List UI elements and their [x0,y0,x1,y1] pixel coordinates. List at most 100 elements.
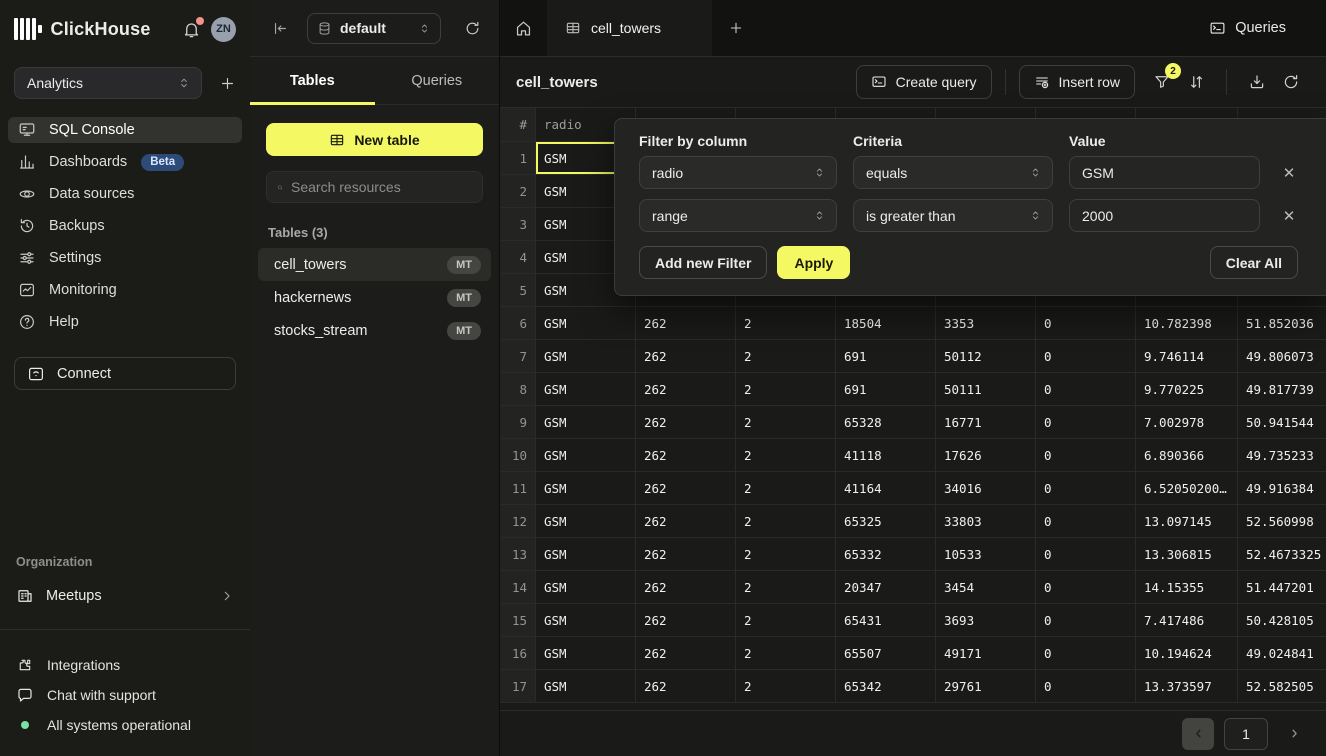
cell[interactable]: 0 [1036,571,1136,603]
cell[interactable]: 49.806073 [1238,340,1326,372]
sidebar-item-settings[interactable]: Settings [8,245,242,271]
cell[interactable]: 0 [1036,604,1136,636]
cell[interactable]: 49.916384 [1238,472,1326,504]
row-number[interactable]: 1 [500,142,536,174]
cell[interactable]: 0 [1036,340,1136,372]
cell[interactable]: 65431 [836,604,936,636]
cell[interactable]: 2 [736,406,836,438]
sidebar-item-data-sources[interactable]: Data sources [8,181,242,207]
cell[interactable]: 0 [1036,307,1136,339]
cell[interactable]: 18504 [836,307,936,339]
page-number-button[interactable]: 1 [1224,718,1268,750]
cell[interactable]: 262 [636,604,736,636]
cell[interactable]: 65328 [836,406,936,438]
cell[interactable]: 65325 [836,505,936,537]
row-number[interactable]: 13 [500,538,536,570]
integrations-link[interactable]: Integrations [0,650,250,680]
new-table-button[interactable]: New table [266,123,483,156]
sidebar-item-sql-console[interactable]: SQL Console [8,117,242,143]
apply-filters-button[interactable]: Apply [777,246,850,279]
cell[interactable]: 0 [1036,373,1136,405]
cell[interactable]: 50.941544 [1238,406,1326,438]
cell[interactable]: 262 [636,505,736,537]
search-input[interactable] [291,179,472,195]
cell[interactable]: 2 [736,340,836,372]
cell[interactable]: 50.428105 [1238,604,1326,636]
table-list-item-hackernews[interactable]: hackernews MT [258,281,491,314]
cell[interactable]: GSM [536,439,636,471]
cell[interactable]: 6.890366 [1136,439,1238,471]
cell[interactable]: GSM [536,340,636,372]
cell[interactable]: 2 [736,604,836,636]
column-header[interactable]: # [500,108,536,141]
cell[interactable]: 2 [736,637,836,669]
cell[interactable]: 7.417486 [1136,604,1238,636]
cell[interactable]: 65332 [836,538,936,570]
cell[interactable]: 41118 [836,439,936,471]
connect-button[interactable]: Connect [14,357,236,390]
cell[interactable]: 2 [736,439,836,471]
insert-row-button[interactable]: Insert row [1019,65,1135,99]
row-number[interactable]: 4 [500,241,536,273]
cell[interactable]: 2 [736,472,836,504]
cell[interactable]: 2 [736,538,836,570]
cell[interactable]: GSM [536,373,636,405]
sidebar-item-meetups[interactable]: Meetups [0,581,250,611]
row-number[interactable]: 9 [500,406,536,438]
cell[interactable]: 13.306815 [1136,538,1238,570]
cell[interactable]: 262 [636,307,736,339]
cell[interactable]: 16771 [936,406,1036,438]
home-button[interactable] [500,0,547,56]
cell[interactable]: 262 [636,670,736,702]
cell[interactable]: 0 [1036,472,1136,504]
refresh-button[interactable] [1274,65,1308,99]
cell[interactable]: 10.194624 [1136,637,1238,669]
add-service-button[interactable] [219,75,236,92]
cell[interactable]: 51.447201 [1238,571,1326,603]
cell[interactable]: 9.746114 [1136,340,1238,372]
cell[interactable]: 0 [1036,406,1136,438]
cell[interactable]: GSM [536,538,636,570]
cell[interactable]: 3353 [936,307,1036,339]
cell[interactable]: 13.097145 [1136,505,1238,537]
cell[interactable]: GSM [536,604,636,636]
row-number[interactable]: 6 [500,307,536,339]
create-query-button[interactable]: Create query [856,65,992,99]
cell[interactable]: 262 [636,340,736,372]
cell[interactable]: 65342 [836,670,936,702]
cell[interactable]: 10.782398 [1136,307,1238,339]
cell[interactable]: 2 [736,571,836,603]
cell[interactable]: 0 [1036,538,1136,570]
clear-filters-button[interactable]: Clear All [1210,246,1298,279]
row-number[interactable]: 14 [500,571,536,603]
queries-button[interactable]: Queries [1199,0,1326,56]
row-number[interactable]: 12 [500,505,536,537]
cell[interactable]: 50111 [936,373,1036,405]
sidebar-item-dashboards[interactable]: Dashboards Beta [8,149,242,175]
remove-filter-button[interactable]: ✕ [1276,160,1302,186]
add-filter-button[interactable]: Add new Filter [639,246,767,279]
cell[interactable]: 0 [1036,670,1136,702]
filter-criteria-select[interactable]: equals [853,156,1053,189]
notifications-button[interactable] [182,20,201,39]
refresh-resources-button[interactable] [464,20,481,37]
cell[interactable]: 49.735233 [1238,439,1326,471]
cell[interactable]: 0 [1036,505,1136,537]
next-page-button[interactable] [1278,718,1310,750]
cell[interactable]: 2 [736,505,836,537]
row-number[interactable]: 11 [500,472,536,504]
row-number[interactable]: 16 [500,637,536,669]
cell[interactable]: 6.52050200… [1136,472,1238,504]
filter-column-select[interactable]: range [639,199,837,232]
cell[interactable]: 0 [1036,439,1136,471]
cell[interactable]: 52.4673325 [1238,538,1326,570]
cell[interactable]: 262 [636,538,736,570]
cell[interactable]: 3693 [936,604,1036,636]
cell[interactable]: 262 [636,571,736,603]
filter-criteria-select[interactable]: is greater than [853,199,1053,232]
row-number[interactable]: 10 [500,439,536,471]
table-list-item-cell-towers[interactable]: cell_towers MT [258,248,491,281]
row-number[interactable]: 15 [500,604,536,636]
row-number[interactable]: 17 [500,670,536,702]
cell[interactable]: 2 [736,307,836,339]
